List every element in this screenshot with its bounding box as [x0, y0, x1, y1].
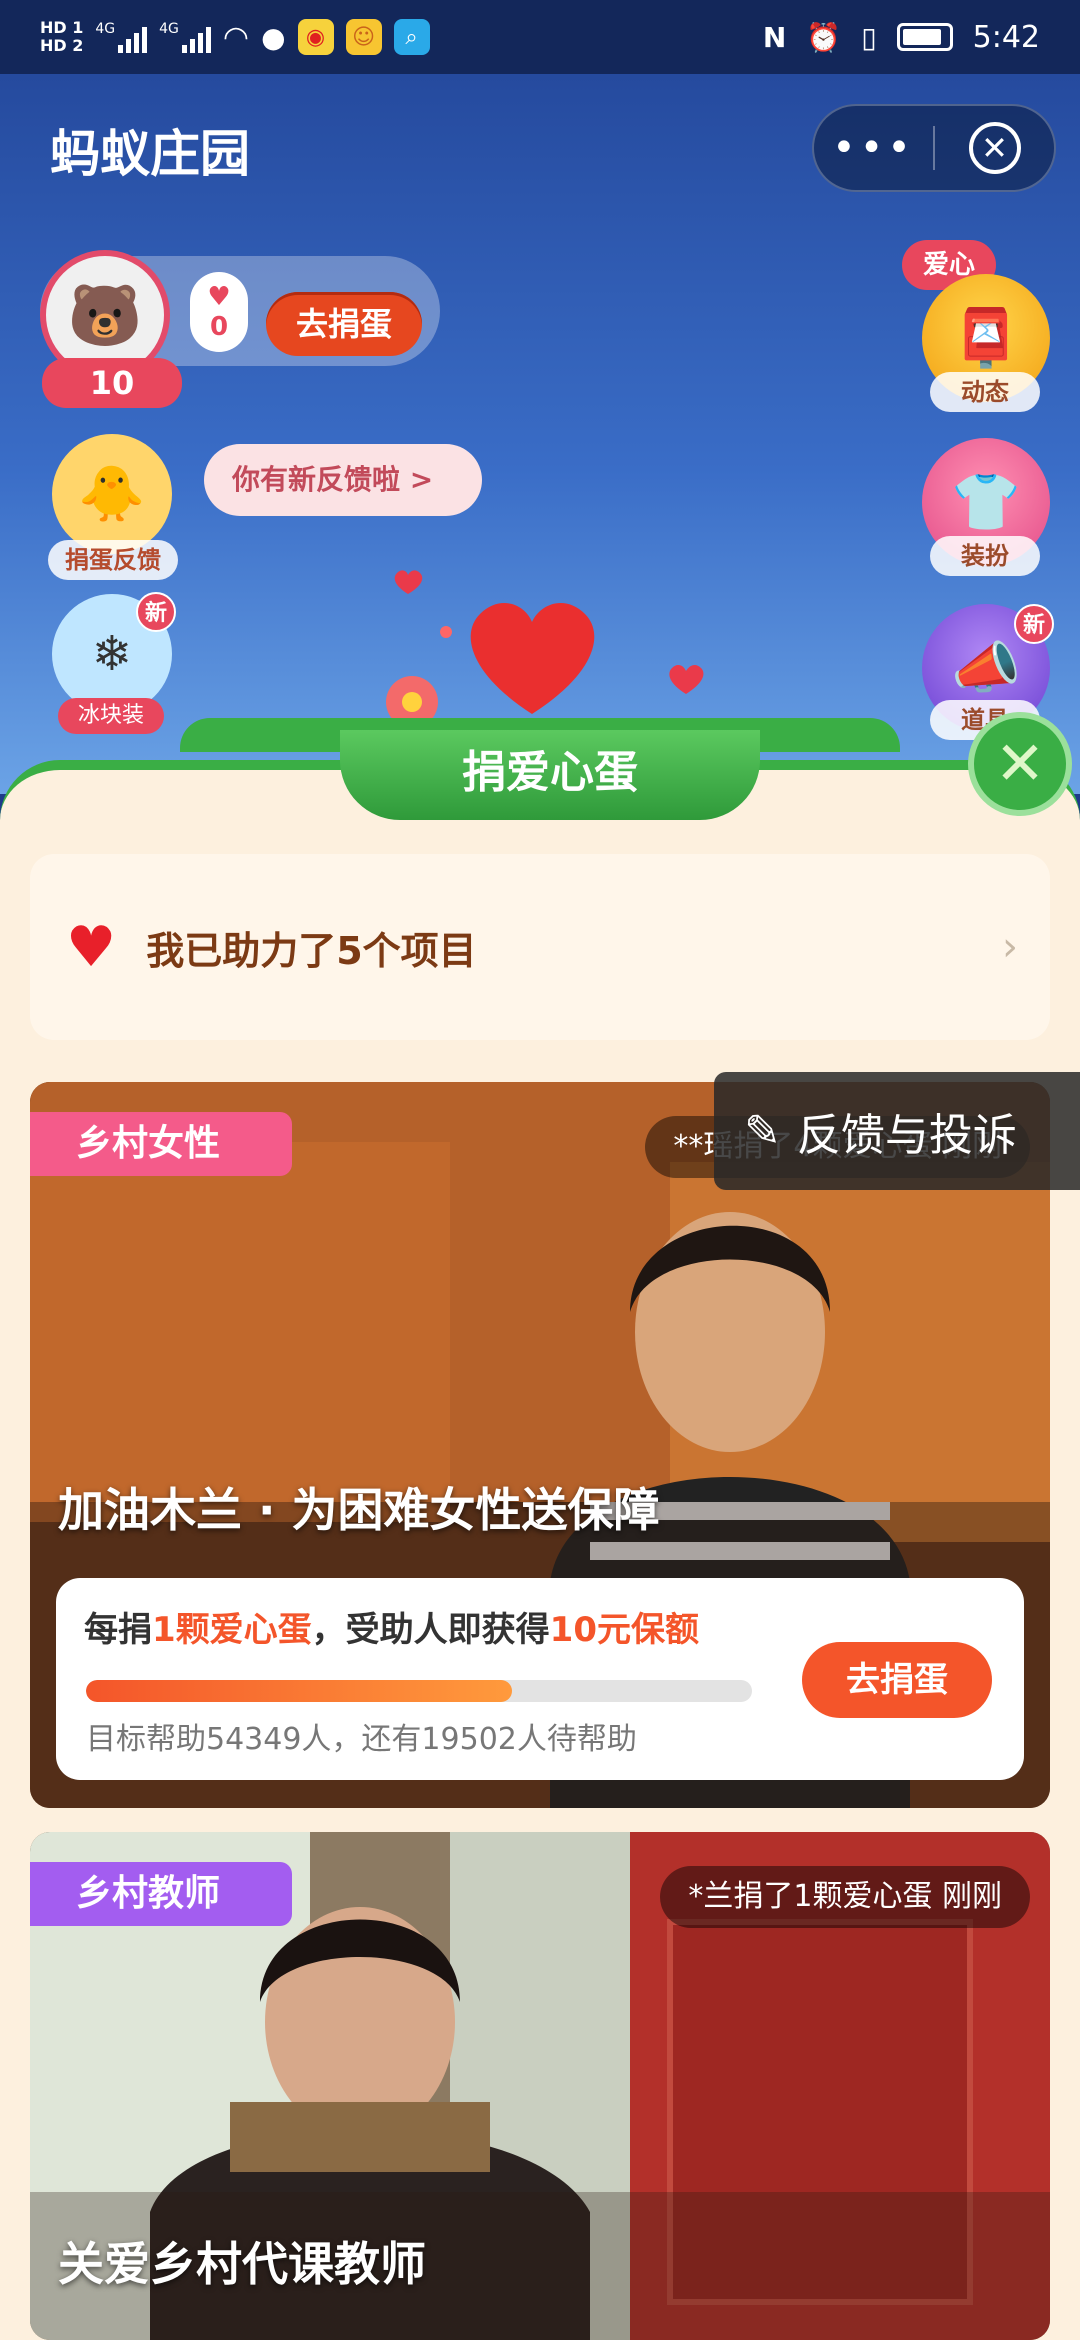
- flower-center-icon: [402, 692, 422, 712]
- pencil-icon: ✎: [744, 1105, 781, 1157]
- wifi-icon: ◠: [222, 19, 250, 55]
- hd-indicator: HD 1 HD 2: [40, 19, 83, 55]
- close-button[interactable]: ✕: [935, 122, 1054, 174]
- project-title: 关爱乡村代课教师: [58, 2237, 426, 2291]
- weibo-icon: ◉: [297, 19, 334, 55]
- sparkle-icon: [440, 626, 452, 638]
- farm-scene: 蚂蚁庄园 ••• ✕ 🐻 10 ♥ 0 去捐蛋 🐥 捐蛋反馈 你有新反馈啦 > …: [0, 74, 1080, 794]
- status-bar: HD 1 HD 2 4G 4G ◠ ● ◉ ☺ ⌕ N ⏰ ▯ 5:42: [0, 0, 1080, 74]
- project-card-2[interactable]: 乡村教师 *兰捐了1颗爱心蛋 刚刚 关爱乡村代课教师: [30, 1832, 1050, 2340]
- project-info-box: 每捐1颗爱心蛋，受助人即获得10元保额 目标帮助54349人，还有19502人待…: [56, 1578, 1024, 1780]
- heart-icon: ♥: [66, 914, 117, 980]
- search-app-icon: ⌕: [393, 19, 430, 55]
- heart-icon: ♥: [207, 282, 231, 312]
- page-title: 蚂蚁庄园: [50, 125, 250, 183]
- right-button-label-outfit[interactable]: 装扮: [930, 536, 1040, 576]
- rule-egg-amount: 1颗爱心蛋: [152, 1610, 312, 1650]
- clock: 5:42: [972, 19, 1040, 55]
- nfc-icon: N: [762, 20, 787, 54]
- chevron-right-icon: ›: [1002, 924, 1018, 970]
- heart-count: 0: [209, 312, 229, 342]
- more-dots-icon[interactable]: •••: [814, 104, 933, 192]
- close-icon: ✕: [994, 729, 1046, 799]
- donate-feedback-label[interactable]: 捐蛋反馈: [48, 540, 178, 580]
- close-circle-icon: ✕: [968, 122, 1021, 174]
- go-donate-button[interactable]: 去捐蛋: [802, 1642, 992, 1718]
- target-text: 目标帮助54349人，还有19502人待帮助: [86, 1722, 637, 1757]
- progress-fill: [86, 1680, 513, 1702]
- small-heart-icon: [669, 664, 704, 694]
- category-tag: 乡村教师: [30, 1862, 292, 1926]
- signal-icon: 4G: [95, 21, 148, 53]
- alarm-icon: ⏰: [806, 20, 842, 54]
- small-heart-icon: [394, 570, 423, 594]
- rule-benefit: 10元保额: [549, 1610, 699, 1650]
- network-type-1: 4G: [95, 21, 116, 37]
- project-title: 加油木兰 · 为困难女性送保障: [58, 1483, 660, 1537]
- go-donate-button-top[interactable]: 去捐蛋: [266, 292, 422, 356]
- ice-outfit-label[interactable]: 冰块装: [58, 698, 164, 734]
- progress-bar: [86, 1680, 752, 1702]
- right-button-label-feed[interactable]: 动态: [930, 372, 1040, 412]
- rule-middle: ，受助人即获得: [311, 1610, 550, 1650]
- panel-banner-title: 捐爱心蛋: [340, 730, 760, 820]
- chat-icon: ●: [261, 20, 286, 54]
- helped-projects-row[interactable]: ♥ 我已助力了5个项目 ›: [30, 854, 1050, 1040]
- vibrate-icon: ▯: [861, 20, 877, 54]
- battery-icon: [896, 23, 953, 51]
- category-tag: 乡村女性: [30, 1112, 292, 1176]
- helped-projects-text: 我已助力了5个项目: [146, 928, 477, 973]
- hd2-label: HD 2: [40, 36, 84, 55]
- rule-prefix: 每捐: [84, 1610, 152, 1650]
- complaint-label: 反馈与投诉: [796, 1110, 1017, 1161]
- chick-megaphone-icon[interactable]: 🐥: [52, 434, 172, 554]
- big-heart-icon: [470, 602, 595, 714]
- app-notify-icon: ☺: [345, 19, 382, 55]
- hd1-label: HD 1: [40, 18, 84, 37]
- heart-counter: ♥ 0: [190, 272, 248, 352]
- mini-program-capsule: ••• ✕: [812, 104, 1056, 192]
- new-feedback-bubble[interactable]: 你有新反馈啦 >: [204, 444, 482, 516]
- new-badge-tools: 新: [1014, 604, 1054, 644]
- donation-ticker: *兰捐了1颗爱心蛋 刚刚: [660, 1866, 1030, 1928]
- new-badge: 新: [136, 592, 176, 632]
- user-level: 10: [42, 358, 182, 408]
- feedback-complaint-button[interactable]: ✎ 反馈与投诉: [714, 1072, 1080, 1190]
- panel-close-button[interactable]: ✕: [968, 712, 1072, 816]
- project-card-1[interactable]: 乡村女性 **瑶捐了4颗爱心蛋 刚刚 加油木兰 · 为困难女性送保障 每捐1颗爱…: [30, 1082, 1050, 1808]
- signal-icon-2: 4G: [159, 21, 211, 53]
- network-type-2: 4G: [159, 21, 179, 37]
